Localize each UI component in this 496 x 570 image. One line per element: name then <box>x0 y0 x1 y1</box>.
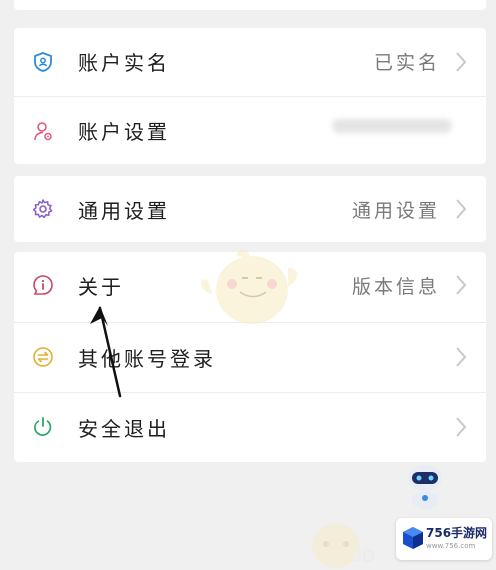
annotation-arrow <box>90 306 122 398</box>
chevron-right-icon <box>456 275 467 295</box>
general-settings-label: 通用设置 <box>78 198 170 223</box>
svg-text:3D: 3D <box>352 546 375 566</box>
general-group: 通用设置 通用设置 <box>14 176 486 242</box>
chevron-right-icon <box>456 199 467 219</box>
mascot-watermark <box>200 249 297 324</box>
chevron-right-icon <box>456 417 467 437</box>
cube-logo-icon <box>403 527 423 549</box>
site-watermark: 756手游网 www.756.com <box>396 518 492 560</box>
general-settings-value: 通用设置 <box>351 199 440 222</box>
user-settings-icon <box>34 121 52 140</box>
power-icon <box>34 417 52 436</box>
info-icon <box>33 275 53 295</box>
account-group: 账户实名 已实名 账户设置 <box>14 28 486 164</box>
site-watermark-title: 756手游网 <box>426 526 488 540</box>
switch-account-icon <box>33 347 53 367</box>
site-watermark-url: www.756.com <box>426 542 476 550</box>
account-settings-row[interactable]: 账户设置 <box>14 97 486 164</box>
account-realname-row[interactable]: 账户实名 已实名 <box>14 28 486 95</box>
top-card-edge <box>14 0 486 10</box>
gear-icon <box>32 199 53 219</box>
chevron-right-icon <box>456 51 467 72</box>
account-settings-label: 账户设置 <box>78 120 170 144</box>
general-settings-row[interactable]: 通用设置 通用设置 <box>14 176 486 242</box>
shield-icon <box>34 51 52 72</box>
robot-watermark <box>408 465 442 509</box>
version-info-value: 版本信息 <box>351 275 440 298</box>
account-realname-label: 账户实名 <box>78 51 170 75</box>
realname-status: 已实名 <box>373 52 440 74</box>
bottom-mascot-watermark: 3D <box>312 524 375 568</box>
blurred-value <box>332 119 452 133</box>
chevron-right-icon <box>456 347 467 367</box>
logout-label: 安全退出 <box>78 416 170 441</box>
